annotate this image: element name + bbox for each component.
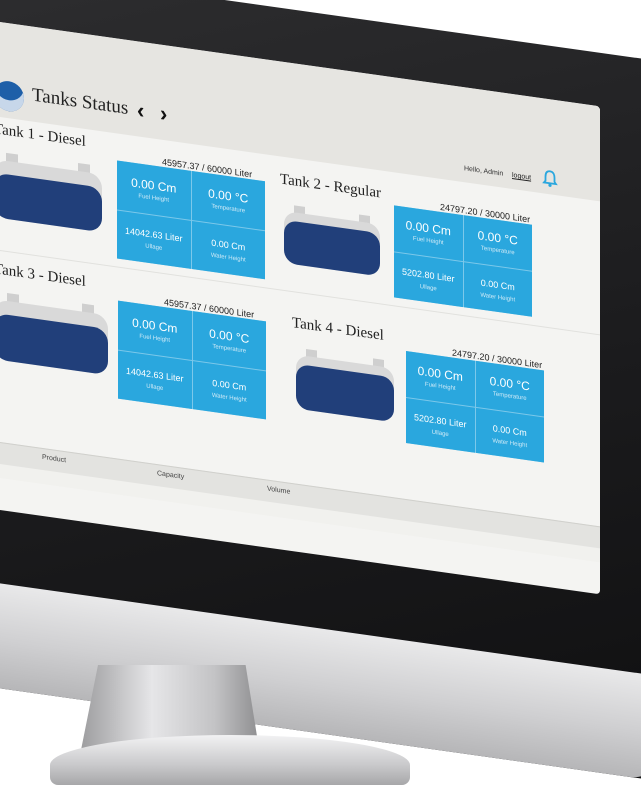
tank-4-temperature: 0.00 °C Temperature — [475, 360, 544, 416]
column-header-capacity[interactable]: Capacity — [157, 470, 184, 481]
bell-icon[interactable] — [542, 168, 558, 188]
tank-2-water-height: 0.00 Cm Water Height — [463, 261, 532, 317]
tank-3-graphic — [0, 292, 108, 374]
tank-3-fuel-height: 0.00 Cm Fuel Height — [118, 300, 192, 360]
tank-4-metrics: 0.00 Cm Fuel Height 0.00 °C Temperature 52… — [406, 351, 544, 463]
chevron-left-icon[interactable]: ‹ — [137, 97, 144, 124]
tank-1-ullage: 14042.63 Liter Ullage — [117, 209, 191, 269]
tank-4-ullage: 5202.80 Liter Ullage — [406, 397, 475, 453]
column-header-volume[interactable]: Volume — [267, 486, 290, 496]
tank-2-title: Tank 2 - Regular — [280, 171, 382, 202]
tank-3-title: Tank 3 - Diesel — [0, 261, 86, 291]
chevron-right-icon[interactable]: › — [160, 100, 167, 127]
tank-1-temperature: 0.00 °C Temperature — [191, 170, 265, 230]
tank-1-metrics: 0.00 Cm Fuel Height 0.00 °C Temperature 14… — [117, 160, 265, 280]
tank-4-title: Tank 4 - Diesel — [292, 315, 384, 344]
screen: Tanks Status ‹ › Hello, Admin logout Tan… — [0, 22, 600, 595]
tank-4-fuel-height: 0.00 Cm Fuel Height — [406, 351, 475, 407]
tank-2-fuel-height: 0.00 Cm Fuel Height — [394, 205, 463, 261]
tank-3-metrics: 0.00 Cm Fuel Height 0.00 °C Temperature 14… — [118, 300, 266, 420]
tank-3-water-height: 0.00 Cm Water Height — [192, 360, 266, 420]
tank-2-ullage: 5202.80 Liter Ullage — [394, 251, 463, 308]
tank-4-graphic — [296, 349, 394, 421]
tank-2-metrics: 0.00 Cm Fuel Height 0.00 °C Temperature 52… — [394, 205, 532, 317]
tank-2-graphic — [284, 205, 380, 275]
tank-1-graphic — [0, 152, 102, 231]
tank-2-temperature: 0.00 °C Temperature — [463, 215, 532, 271]
monitor-stand-base — [50, 735, 410, 785]
tank-3-temperature: 0.00 °C Temperature — [192, 311, 266, 370]
tank-1-fuel-height: 0.00 Cm Fuel Height — [117, 160, 191, 220]
column-header-product[interactable]: Product — [42, 454, 66, 464]
tank-4-water-height: 0.00 Cm Water Height — [475, 407, 544, 463]
tank-3-ullage: 14042.63 Liter Ullage — [118, 350, 192, 409]
tank-1-water-height: 0.00 Cm Water Height — [191, 220, 265, 280]
